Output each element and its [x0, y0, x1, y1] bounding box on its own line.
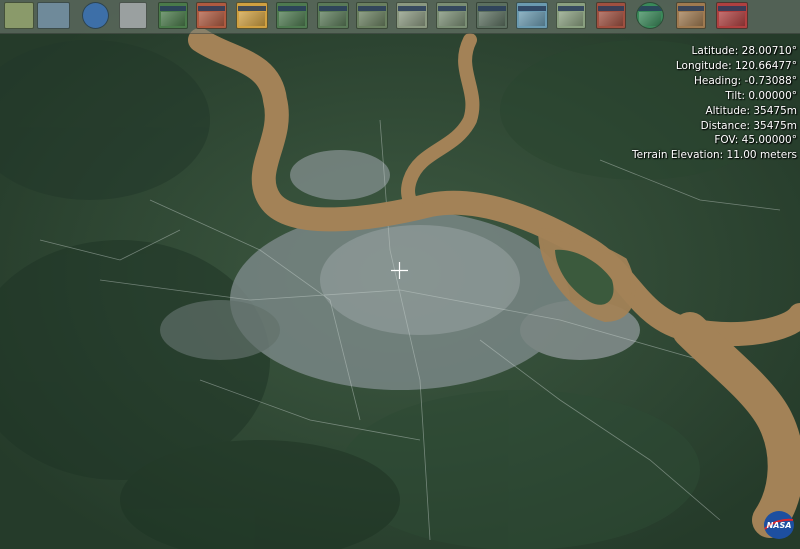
modis-layer-label-strip: [198, 6, 225, 11]
terrain-elevation-readout: Terrain Elevation: 11.00 meters: [632, 149, 797, 162]
landsat-false-color-layer-thumbnail: [359, 12, 385, 26]
modis-layer-button[interactable]: [196, 2, 227, 29]
nasa-logo: NASA: [764, 511, 794, 539]
photo-layer-label-strip: [558, 6, 584, 11]
elevation-layer-thumbnail: [239, 12, 265, 26]
landmark-layer-button[interactable]: [636, 2, 664, 29]
blue-marble-layer-button[interactable]: [158, 2, 188, 29]
latitude-readout: Latitude: 28.00710°: [691, 45, 797, 57]
crosshair-icon: [391, 262, 408, 279]
satellite-layer-thumbnail: [519, 12, 545, 26]
altitude-readout: Altitude: 35475m: [705, 104, 797, 117]
landsat-false-color-layer-label-strip: [358, 6, 386, 11]
landsat-layer-button[interactable]: [276, 2, 308, 29]
flags-layer-button[interactable]: [716, 2, 748, 29]
landsat-true-color-layer-thumbnail: [320, 12, 346, 26]
blue-marble-layer-label-strip: [160, 6, 186, 11]
usgs-imagery-layer-button[interactable]: [476, 2, 508, 29]
longitude-readout: Longitude: 120.66477°: [675, 59, 797, 72]
landmark-layer-label-strip: [638, 6, 662, 11]
globe-icon-button[interactable]: [82, 2, 109, 29]
landsat-layer-label-strip: [278, 6, 306, 11]
placenames-layer-label-strip: [598, 6, 624, 11]
usgs-urban-layer-thumbnail: [439, 12, 465, 26]
landsat-true-color-layer-button[interactable]: [317, 2, 349, 29]
layers-icon-button[interactable]: [4, 2, 34, 29]
placenames-layer-button[interactable]: [596, 2, 626, 29]
boundaries-layer-label-strip: [678, 6, 704, 11]
search-icon-button[interactable]: [119, 2, 147, 29]
usgs-topo-layer-label-strip: [398, 6, 426, 11]
usgs-urban-layer-label-strip: [438, 6, 466, 11]
elevation-layer-label-strip: [238, 6, 266, 11]
landsat-true-color-layer-label-strip: [319, 6, 347, 11]
photo-layer-button[interactable]: [556, 2, 586, 29]
landsat-false-color-layer-button[interactable]: [356, 2, 388, 29]
boundaries-layer-button[interactable]: [676, 2, 706, 29]
placenames-layer-thumbnail: [599, 12, 623, 26]
fov-readout: FOV: 45.00000°: [714, 134, 797, 147]
usgs-topo-layer-button[interactable]: [396, 2, 428, 29]
landsat-layer-thumbnail: [279, 12, 305, 26]
distance-readout: Distance: 35475m: [700, 119, 797, 132]
elevation-layer-button[interactable]: [236, 2, 268, 29]
landmark-layer-thumbnail: [639, 12, 661, 26]
nasa-logo-text: NASA: [767, 521, 792, 530]
blue-marble-layer-thumbnail: [161, 12, 185, 26]
grid-icon-button[interactable]: [37, 2, 70, 29]
boundaries-layer-thumbnail: [679, 12, 703, 26]
usgs-urban-layer-button[interactable]: [436, 2, 468, 29]
flags-layer-thumbnail: [719, 12, 745, 26]
layer-toolbar: [0, 0, 800, 34]
usgs-imagery-layer-label-strip: [478, 6, 506, 11]
usgs-imagery-layer-thumbnail: [479, 12, 505, 26]
usgs-topo-layer-thumbnail: [399, 12, 425, 26]
position-readout: Latitude: 28.00710° Longitude: 120.66477…: [632, 44, 797, 163]
satellite-layer-label-strip: [518, 6, 546, 11]
flags-layer-label-strip: [718, 6, 746, 11]
modis-layer-thumbnail: [199, 12, 224, 26]
photo-layer-thumbnail: [559, 12, 583, 26]
tilt-readout: Tilt: 0.00000°: [725, 89, 797, 102]
satellite-layer-button[interactable]: [516, 2, 548, 29]
heading-readout: Heading: -0.73088°: [693, 74, 797, 87]
